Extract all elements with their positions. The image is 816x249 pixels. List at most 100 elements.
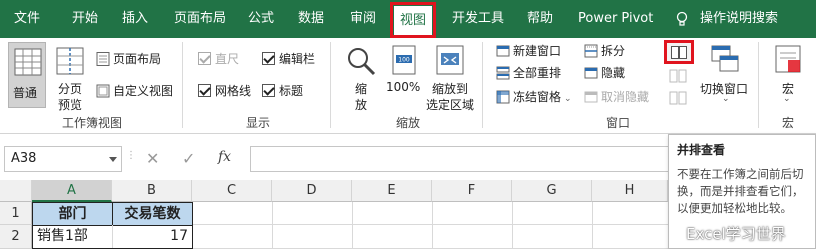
split-button[interactable]: 拆分	[584, 42, 625, 60]
zoom-selection-label-2: 选定区域	[426, 98, 475, 112]
column-header-g[interactable]: G	[512, 180, 592, 202]
unhide-icon	[584, 91, 598, 103]
zoom-100-button[interactable]: 100 100%	[384, 42, 424, 102]
custom-views-button[interactable]: 自定义视图	[96, 82, 173, 100]
page-layout-label: 页面布局	[113, 52, 162, 66]
page-layout-view-button[interactable]: 页面布局	[96, 50, 161, 68]
menu-data[interactable]: 数据	[298, 0, 324, 38]
freeze-panes-icon	[496, 90, 510, 104]
zoom-to-selection-button[interactable]: 缩放到 选定区域	[424, 42, 476, 112]
new-window-button[interactable]: 新建窗口	[496, 42, 561, 60]
switch-windows-button[interactable]: 切换窗口 ⌄	[698, 42, 754, 112]
separator	[758, 42, 759, 128]
split-label: 拆分	[601, 44, 626, 58]
view-side-by-side-button[interactable]	[664, 40, 694, 64]
zoom-to-selection-icon	[436, 45, 464, 75]
cell-g1[interactable]	[513, 202, 593, 225]
row-header-1[interactable]: 1	[0, 202, 32, 225]
cell-e2[interactable]	[353, 225, 433, 249]
column-header-b[interactable]: B	[112, 180, 192, 202]
page-break-label-1: 分页	[58, 82, 83, 96]
cell-d2[interactable]	[273, 225, 353, 249]
normal-view-button[interactable]: 普通	[8, 42, 46, 108]
column-header-a[interactable]: A	[32, 180, 112, 202]
freeze-dropdown-icon: ⌄	[564, 94, 572, 104]
menu-view-label: 视图	[400, 13, 427, 28]
custom-views-label: 自定义视图	[113, 84, 174, 98]
menu-power-pivot[interactable]: Power Pivot	[578, 0, 653, 38]
reset-position-icon	[669, 91, 687, 105]
cell-f1[interactable]	[433, 202, 513, 225]
new-window-icon	[496, 45, 510, 57]
cell-b2[interactable]: 17	[112, 225, 193, 249]
menu-review[interactable]: 审阅	[350, 0, 376, 38]
cell-e1[interactable]	[353, 202, 433, 225]
column-header-f[interactable]: F	[432, 180, 512, 202]
cell-c2[interactable]	[193, 225, 273, 249]
switch-dropdown-icon: ⌄	[722, 94, 730, 104]
separator	[482, 42, 483, 128]
menu-help[interactable]: 帮助	[527, 0, 553, 38]
formula-bar-checkbox[interactable]: 编辑栏	[262, 50, 315, 68]
cell-c1[interactable]	[193, 202, 273, 225]
tell-me-search[interactable]: 操作说明搜索	[700, 0, 778, 38]
freeze-panes-button[interactable]: 冻结窗格 ⌄	[496, 88, 572, 106]
cell-h2[interactable]	[593, 225, 669, 249]
name-box[interactable]: A38	[4, 146, 122, 172]
cell-h1[interactable]	[593, 202, 669, 225]
column-header-c[interactable]: C	[192, 180, 272, 202]
column-header-e[interactable]: E	[352, 180, 432, 202]
formula-bar-check-icon	[262, 52, 275, 65]
cancel-icon[interactable]: ✕	[146, 149, 159, 168]
formula-input[interactable]	[250, 146, 670, 172]
hide-icon	[584, 67, 598, 79]
menu-developer[interactable]: 开发工具	[452, 0, 504, 38]
macros-dropdown-icon: ⌄	[783, 94, 791, 104]
menu-formulas[interactable]: 公式	[248, 0, 274, 38]
cell-a2[interactable]: 销售1部	[32, 225, 113, 249]
normal-view-label: 普通	[13, 86, 38, 100]
page-break-preview-button[interactable]: 分页 预览	[52, 42, 90, 112]
select-all-corner[interactable]	[0, 180, 32, 202]
row-header-2[interactable]: 2	[0, 225, 32, 249]
menu-page-layout[interactable]: 页面布局	[174, 0, 226, 38]
tooltip-body: 不要在工作簿之间前后切换，而是并排查看它们，以便更加轻松地比较。	[677, 167, 804, 215]
hide-button[interactable]: 隐藏	[584, 64, 625, 82]
menu-home[interactable]: 开始	[72, 0, 98, 38]
separator	[330, 42, 331, 128]
group-label-zoom: 缩放	[396, 116, 421, 130]
arrange-all-icon	[496, 66, 510, 80]
headings-checkbox[interactable]: 标题	[262, 82, 303, 100]
zoom-button[interactable]: 缩 放	[344, 42, 378, 112]
headings-label: 标题	[279, 84, 304, 98]
column-header-d[interactable]: D	[272, 180, 352, 202]
ruler-check-icon	[198, 52, 211, 65]
menu-file[interactable]: 文件	[14, 0, 40, 38]
cell-d1[interactable]	[273, 202, 353, 225]
page-layout-icon	[96, 52, 110, 66]
enter-icon[interactable]: ✓	[182, 149, 195, 168]
menu-insert[interactable]: 插入	[122, 0, 148, 38]
cell-b1[interactable]: 交易笔数	[112, 202, 193, 226]
ribbon: 普通 分页 预览 页面布局 自定义视图 工作簿视图 直尺 编辑栏 网格线 标题 …	[0, 38, 816, 134]
cell-g2[interactable]	[513, 225, 593, 249]
ruler-checkbox[interactable]: 直尺	[198, 50, 239, 68]
name-box-dropdown-icon[interactable]	[109, 157, 117, 162]
unhide-button[interactable]: 取消隐藏	[584, 88, 649, 106]
reset-window-position-button[interactable]	[669, 91, 689, 107]
magnifier-icon	[348, 48, 376, 76]
zoom-label-1: 缩	[355, 82, 368, 96]
synchronous-scrolling-button[interactable]	[669, 69, 689, 85]
arrange-all-button[interactable]: 全部重排	[496, 64, 561, 82]
insert-function-icon[interactable]: fx	[218, 149, 231, 165]
cell-a1[interactable]: 部门	[32, 202, 113, 226]
gridlines-checkbox[interactable]: 网格线	[198, 82, 251, 100]
cell-f2[interactable]	[433, 225, 513, 249]
watermark: Excel学习世界	[686, 225, 786, 243]
page-break-preview-icon	[56, 47, 84, 75]
menu-view[interactable]: 视图	[390, 2, 437, 38]
page-break-label-2: 预览	[58, 98, 83, 112]
macros-button[interactable]: 宏 ⌄	[770, 42, 810, 112]
column-header-h[interactable]: H	[592, 180, 668, 202]
menu-bar: 文件 开始 插入 页面布局 公式 数据 审阅 视图 开发工具 帮助 Power …	[0, 0, 816, 38]
